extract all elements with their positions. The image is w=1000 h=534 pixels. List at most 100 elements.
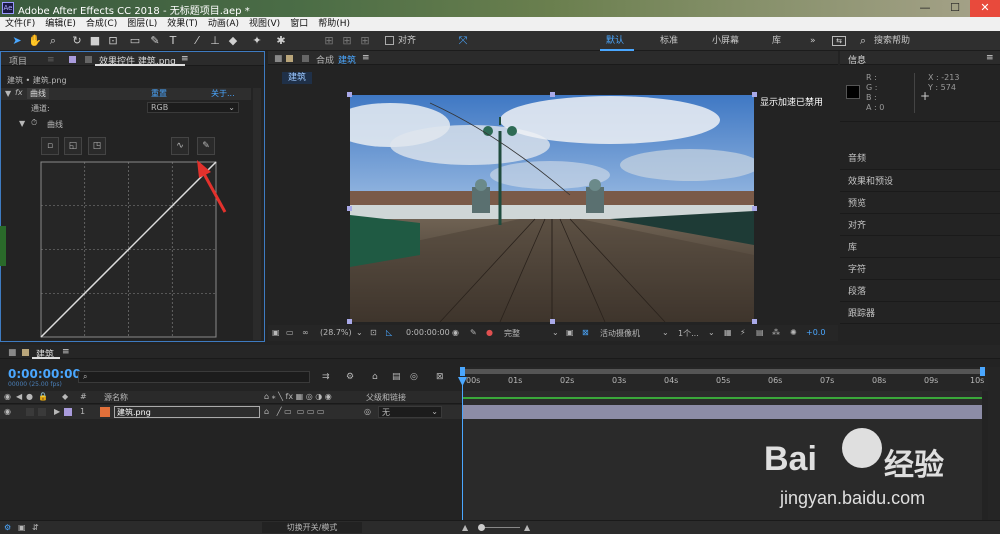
menu-window[interactable]: 窗口 xyxy=(285,17,313,31)
puppet-tool-icon[interactable]: ✱ xyxy=(274,34,288,48)
fast-preview-icon[interactable]: ⚡ xyxy=(740,328,746,337)
panel-libraries[interactable]: 库 xyxy=(848,240,857,253)
roto-brush-tool-icon[interactable]: ✦ xyxy=(250,34,264,48)
info-menu-icon[interactable]: ≡ xyxy=(986,53,994,63)
timeline-menu-icon[interactable]: ≡ xyxy=(62,347,70,357)
work-area-bar[interactable] xyxy=(462,369,984,374)
camera-tool-icon[interactable]: ■ xyxy=(88,34,102,48)
panel-menu-icon[interactable]: ≡ xyxy=(181,54,189,64)
layer-lock-box[interactable] xyxy=(38,408,46,416)
selection-tool-icon[interactable]: ➤ xyxy=(10,34,24,48)
column-parent[interactable]: 父级和链接 xyxy=(366,392,406,403)
effect-controls-scrollbar[interactable] xyxy=(253,88,261,340)
fx-icon[interactable]: fx xyxy=(15,88,23,97)
menu-effect[interactable]: 效果(T) xyxy=(162,17,203,31)
type-tool-icon[interactable]: T xyxy=(166,34,180,48)
local-axis-icon[interactable]: ⊞ xyxy=(322,34,336,48)
panel-audio[interactable]: 音频 xyxy=(848,151,866,164)
parent-dropdown[interactable]: 无 ⌄ xyxy=(378,406,442,418)
region-of-interest-icon[interactable]: ▣ xyxy=(566,328,574,337)
exposure-icon[interactable]: ✺ xyxy=(790,328,797,337)
color-channel-icon[interactable]: ● xyxy=(486,328,493,337)
pen-tool-icon[interactable]: ✎ xyxy=(148,34,162,48)
menu-animation[interactable]: 动画(A) xyxy=(203,17,244,31)
about-link[interactable]: 关于... xyxy=(211,88,235,99)
switches-column-icon[interactable]: ⌂ ⁎ ╲ fx ▦ ◎ ◑ ◉ xyxy=(264,392,332,401)
viewer-timecode[interactable]: 0:00:00:00 xyxy=(406,328,450,337)
shy-layers-icon[interactable]: ⌂ xyxy=(372,372,378,382)
zoom-slider-thumb[interactable] xyxy=(478,524,485,531)
handle-mid-right[interactable] xyxy=(752,206,757,211)
snap-options-icon[interactable]: ⤧ xyxy=(456,34,470,48)
handle-top-mid[interactable] xyxy=(550,92,555,97)
show-snapshot-icon[interactable]: ✎ xyxy=(470,328,477,337)
world-axis-icon[interactable]: ⊞ xyxy=(340,34,354,48)
timeline-timecode[interactable]: 0:00:00:00 xyxy=(8,367,81,381)
pencil-curve-icon[interactable]: ✎ xyxy=(197,137,215,155)
timeline-search-input[interactable]: ⌕ xyxy=(78,371,310,383)
comp-lock-icon[interactable] xyxy=(302,55,309,62)
toggle-stretch-icon[interactable]: ⇵ xyxy=(32,523,39,532)
resolution-value[interactable]: 完整 xyxy=(504,328,520,339)
layer-switches-icon[interactable]: ⌂ ╱ ▭ ▭ ▭ ▭ xyxy=(264,407,324,416)
zoom-slider-track[interactable] xyxy=(480,527,520,528)
zoom-chevron-icon[interactable]: ⌄ xyxy=(356,328,363,337)
handle-top-right[interactable] xyxy=(752,92,757,97)
rotate-tool-icon[interactable]: ↻ xyxy=(70,34,84,48)
view-axis-icon[interactable]: ⊞ xyxy=(358,34,372,48)
maximize-button[interactable]: ☐ xyxy=(940,0,970,17)
playhead-line[interactable] xyxy=(462,381,463,520)
panel-paragraph[interactable]: 段落 xyxy=(848,284,866,297)
close-comp-icon[interactable]: ■ xyxy=(274,54,283,64)
clone-stamp-tool-icon[interactable]: ⊥ xyxy=(208,34,222,48)
stopwatch-icon[interactable]: ⏱ xyxy=(31,118,37,128)
reset-link[interactable]: 重置 xyxy=(151,88,167,99)
comp-name[interactable]: 建筑 xyxy=(338,53,356,66)
layer-duration-bar[interactable] xyxy=(462,405,982,419)
comp-image[interactable] xyxy=(350,95,754,322)
frame-blending-icon[interactable]: ▤ xyxy=(392,372,401,382)
comp-tab-label[interactable]: 合成 xyxy=(316,53,334,66)
graph-editor-icon[interactable]: ⊠ xyxy=(436,372,444,382)
lock-switch-icon[interactable]: 🔒 xyxy=(38,392,48,401)
resolution-chevron-icon[interactable]: ⌄ xyxy=(552,328,559,337)
workspace-more[interactable]: » xyxy=(810,34,816,48)
label-column-icon[interactable]: ◆ xyxy=(62,392,68,401)
pickwhip-icon[interactable]: ◎ xyxy=(364,407,371,416)
work-area-end-handle[interactable] xyxy=(980,367,985,376)
toggle-pixel-icon[interactable]: ▦ xyxy=(724,328,732,337)
views-chevron-icon[interactable]: ⌄ xyxy=(708,328,715,337)
toggle-render-icon[interactable]: ⚙ xyxy=(4,523,11,532)
bezier-curve-icon[interactable]: ∿ xyxy=(171,137,189,155)
handle-bottom-left[interactable] xyxy=(347,319,352,324)
zoom-tool-icon[interactable]: ⌕ xyxy=(46,34,60,48)
video-switch-icon[interactable]: ◉ xyxy=(4,392,11,401)
layer-name-field[interactable]: 建筑.png xyxy=(114,406,260,418)
curves-graph[interactable] xyxy=(40,161,218,339)
panel-character[interactable]: 字符 xyxy=(848,262,866,275)
comp-mini-flowchart-icon[interactable]: ⇉ xyxy=(322,372,330,382)
menu-icon[interactable]: ≡ xyxy=(47,55,55,65)
comp-sub-tab[interactable]: 建筑 xyxy=(282,72,313,84)
layer-visibility-icon[interactable]: ◉ xyxy=(4,407,11,416)
brush-tool-icon[interactable]: ⁄ xyxy=(190,34,204,48)
menu-edit[interactable]: 编辑(E) xyxy=(40,17,81,31)
workspace-standard[interactable]: 标准 xyxy=(660,34,678,48)
handle-mid-left[interactable] xyxy=(347,206,352,211)
sync-settings-icon[interactable]: ⇆ xyxy=(832,36,846,46)
exposure-value[interactable]: +0.0 xyxy=(806,328,825,337)
zoom-out-icon[interactable]: ▲ xyxy=(462,523,468,532)
solo-switch-icon[interactable]: ● xyxy=(26,392,33,401)
zoom-value[interactable]: (28.7%) xyxy=(320,328,352,337)
snapshot-icon[interactable]: ◉ xyxy=(452,328,459,337)
layer-solo-box[interactable] xyxy=(26,408,34,416)
panel-preview[interactable]: 预览 xyxy=(848,196,866,209)
timeline-scrollbar[interactable] xyxy=(988,367,1000,520)
vr-glasses-icon[interactable]: ∞ xyxy=(302,328,309,337)
audio-switch-icon[interactable]: ◀ xyxy=(16,392,22,401)
mask-icon[interactable]: ◺ xyxy=(386,328,392,337)
close-button[interactable]: ✕ xyxy=(970,0,1000,17)
layer-expand-icon[interactable]: ▶ xyxy=(54,407,60,416)
snap-checkbox[interactable] xyxy=(385,36,394,45)
work-area-start-handle[interactable] xyxy=(460,367,465,376)
